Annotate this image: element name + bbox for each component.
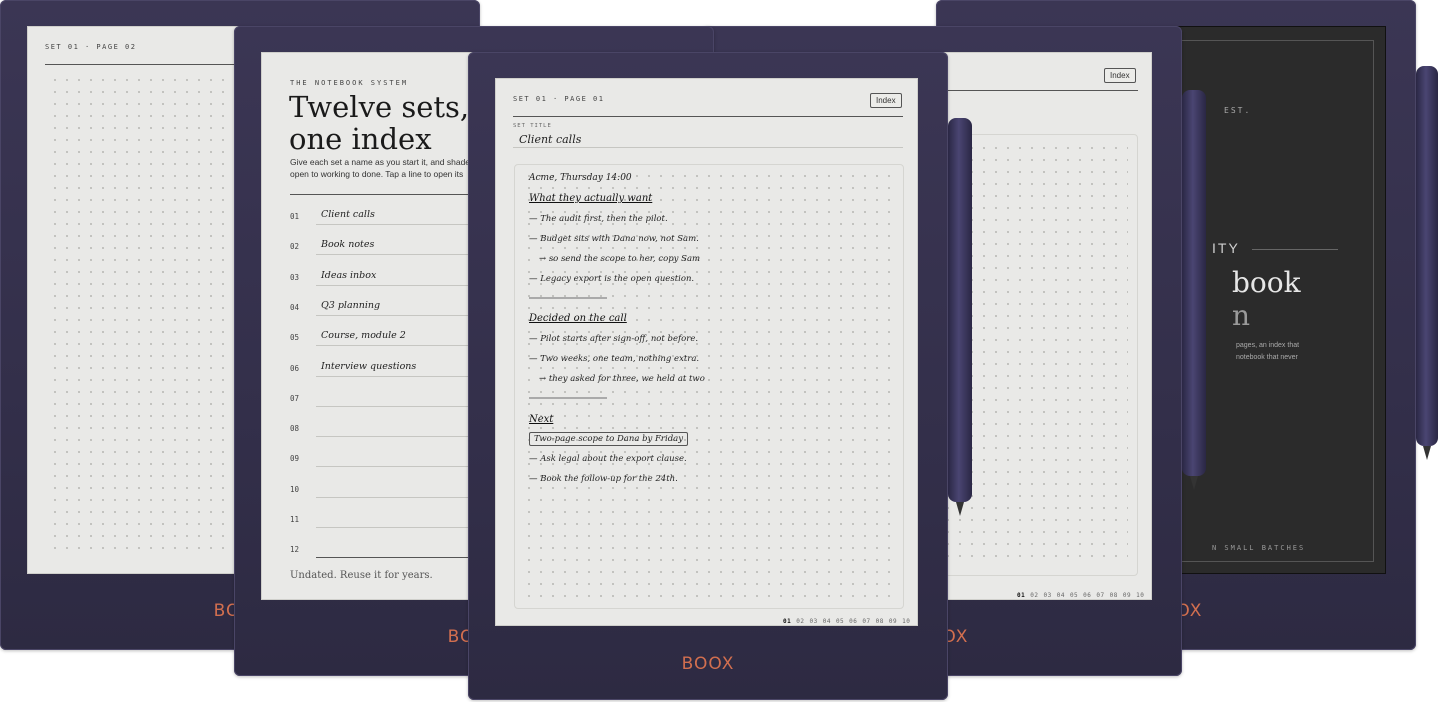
- index-row-title: Client calls: [321, 209, 375, 220]
- note-line: — Legacy export is the open question.: [529, 274, 695, 284]
- section-heading: Next: [529, 414, 554, 425]
- page-number[interactable]: 03: [1043, 592, 1051, 599]
- index-row-number: 10: [290, 484, 300, 494]
- index-row-number: 09: [290, 454, 300, 464]
- index-row-number: 08: [290, 424, 300, 434]
- note-line: — Two weeks, one team, nothing extra.: [529, 354, 700, 364]
- header-rule: [513, 116, 903, 117]
- page-number[interactable]: 06: [849, 618, 857, 625]
- meeting-line: Acme, Thursday 14:00: [529, 173, 632, 183]
- page-number[interactable]: 07: [862, 618, 870, 625]
- page-number[interactable]: 09: [1123, 592, 1131, 599]
- note-line: — The audit first, then the pilot.: [529, 214, 668, 224]
- page-header: SET 01 · PAGE 02: [45, 43, 137, 51]
- index-button[interactable]: Index: [870, 93, 902, 108]
- section-divider: [529, 397, 607, 399]
- index-footer: Undated. Reuse it for years.: [290, 570, 433, 581]
- page-number[interactable]: 04: [823, 618, 831, 625]
- index-row-number: 01: [290, 212, 300, 221]
- section-divider: [529, 297, 607, 299]
- stylus-center[interactable]: [948, 118, 972, 516]
- index-row-title: Book notes: [321, 239, 375, 251]
- page-number[interactable]: 04: [1057, 592, 1065, 599]
- index-title-2: one index: [289, 122, 432, 156]
- stylus-far-right[interactable]: [1416, 66, 1438, 460]
- note-line: — Ask legal about the export clause.: [529, 454, 687, 464]
- boxed-action: Two-page scope to Dana by Friday: [529, 432, 689, 446]
- index-row-number: 05: [290, 333, 300, 343]
- page-number[interactable]: 09: [889, 618, 897, 625]
- page-number[interactable]: 02: [796, 618, 804, 625]
- cover-kicker: ITY: [1212, 240, 1240, 256]
- page-number[interactable]: 07: [1096, 592, 1104, 599]
- index-row-number: 11: [290, 515, 300, 524]
- brand-logo: BOOX: [681, 654, 735, 674]
- note-line: → so send the scope to her, copy Sam: [539, 254, 701, 264]
- note-line: → they asked for three, we held at two: [539, 374, 705, 384]
- index-body: Give each set a name as you start it, an…: [290, 157, 471, 179]
- cover-title-2: n: [1232, 299, 1251, 332]
- stylus-right[interactable]: [1182, 90, 1206, 490]
- center-tablet: SET 01 · PAGE 01 Index SET TITLE Client …: [468, 52, 948, 700]
- page-header: SET 01 · PAGE 01: [513, 95, 605, 103]
- index-kicker: THE NOTEBOOK SYSTEM: [290, 79, 409, 87]
- page-number[interactable]: 01: [1017, 592, 1025, 599]
- section-heading: Decided on the call: [529, 313, 627, 324]
- page-numbers: 01 02 03 04 05 06 07 08 09 10: [1017, 592, 1149, 599]
- index-row-number: 12: [290, 545, 300, 555]
- cover-title-1: book: [1232, 266, 1301, 299]
- section-heading: What they actually want: [529, 193, 653, 204]
- page-number[interactable]: 02: [1030, 592, 1038, 599]
- note-line: — Pilot starts after sign-off, not befor…: [529, 334, 699, 344]
- index-title-1: Twelve sets,: [289, 90, 470, 124]
- index-row-title: Interview questions: [321, 360, 417, 372]
- note-line: — Budget sits with Dana now, not Sam.: [529, 234, 699, 244]
- index-row-number: 07: [290, 393, 300, 403]
- center-screen: SET 01 · PAGE 01 Index SET TITLE Client …: [495, 78, 918, 626]
- cover-footer: N SMALL BATCHES: [1212, 544, 1306, 552]
- page-numbers: 01 02 03 04 05 06 07 08 09 10: [783, 618, 915, 625]
- index-row-number: 04: [290, 302, 300, 312]
- cover-kicker-text: ITY: [1212, 240, 1240, 256]
- cover-body-2: notebook that never: [1236, 354, 1298, 361]
- set-title-rule: [513, 147, 903, 148]
- page-number[interactable]: 06: [1083, 592, 1091, 599]
- index-row-number: 06: [290, 363, 300, 373]
- index-row-title: Course, module 2: [321, 330, 406, 342]
- set-title[interactable]: Client calls: [519, 133, 581, 146]
- index-row-number: 02: [290, 242, 300, 252]
- cover-est: EST.: [1224, 106, 1252, 115]
- page-number[interactable]: 10: [902, 618, 910, 625]
- page-number[interactable]: 05: [836, 618, 844, 625]
- page-number[interactable]: 03: [809, 618, 817, 625]
- page-number[interactable]: 01: [783, 618, 791, 625]
- cover-body-1: pages, an index that: [1236, 342, 1300, 349]
- page-number[interactable]: 08: [1110, 592, 1118, 599]
- index-row-number: 03: [290, 272, 300, 282]
- page-number[interactable]: 08: [876, 618, 884, 625]
- page-number[interactable]: 10: [1136, 592, 1144, 599]
- cover-kicker-rule: [1252, 249, 1338, 250]
- index-row-title: Q3 planning: [321, 299, 381, 311]
- index-button[interactable]: Index: [1104, 68, 1136, 83]
- index-row-title: Ideas inbox: [321, 269, 377, 281]
- set-title-label: SET TITLE: [513, 123, 552, 129]
- page-number[interactable]: 05: [1070, 592, 1078, 599]
- note-line: — Book the follow-up for the 24th.: [529, 474, 678, 484]
